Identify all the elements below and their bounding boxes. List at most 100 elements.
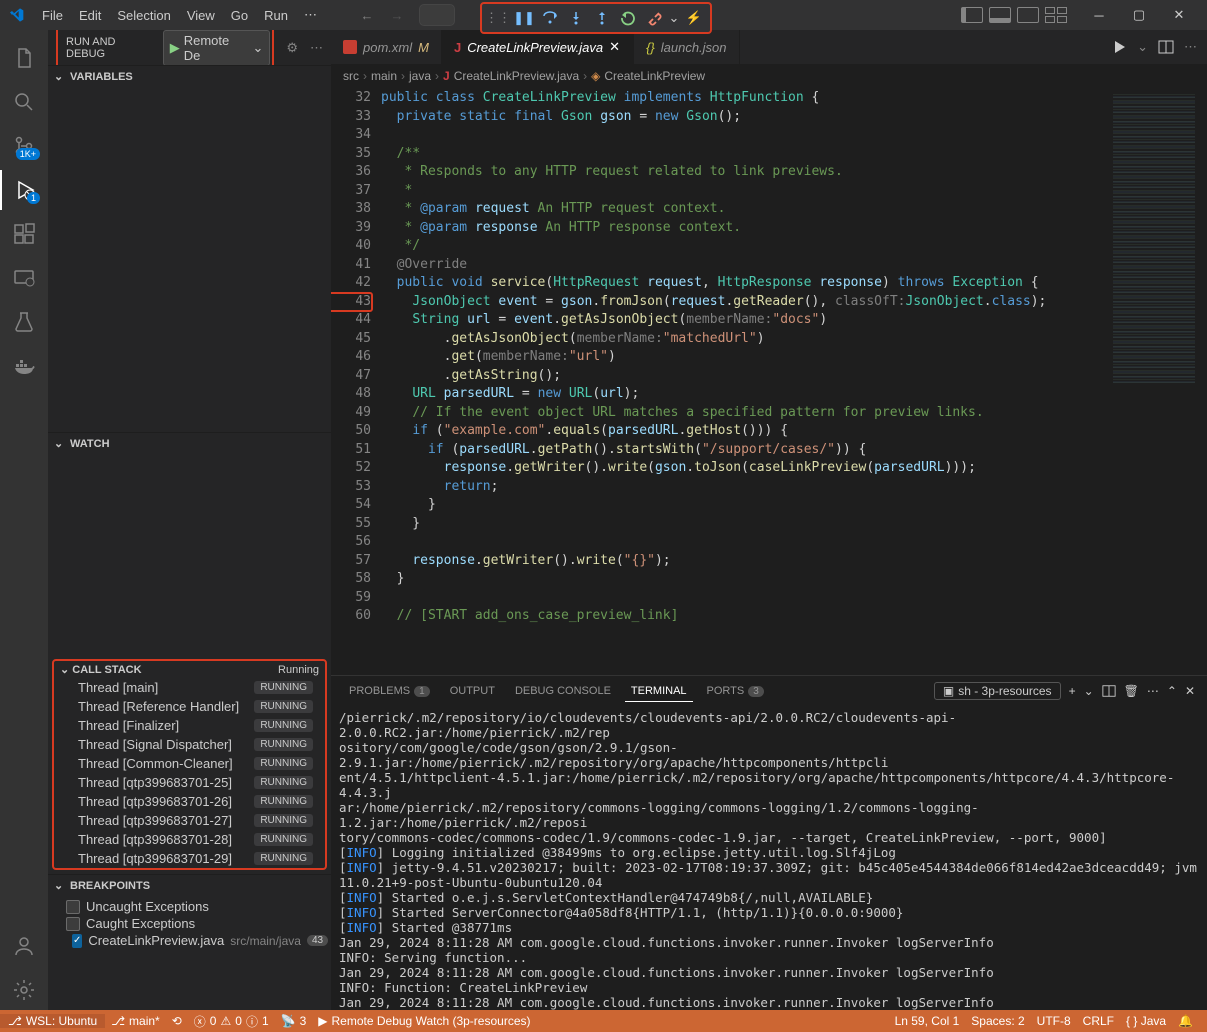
gear-icon[interactable]: ⚙ bbox=[286, 40, 298, 56]
pause-icon[interactable]: ❚❚ bbox=[512, 6, 536, 30]
watch-section[interactable]: ⌄WATCH bbox=[48, 432, 331, 454]
explorer-icon[interactable] bbox=[0, 38, 48, 78]
extensions-icon[interactable] bbox=[0, 214, 48, 254]
terminal-shell[interactable]: ▣sh - 3p-resources bbox=[934, 682, 1061, 700]
step-out-icon[interactable] bbox=[590, 6, 614, 30]
callstack-thread[interactable]: Thread [main]RUNNING bbox=[54, 678, 325, 697]
callstack-thread[interactable]: Thread [qtp399683701-28]RUNNING bbox=[54, 830, 325, 849]
callstack-thread[interactable]: Thread [Finalizer]RUNNING bbox=[54, 716, 325, 735]
command-center[interactable] bbox=[419, 4, 455, 26]
run-config-selector[interactable]: RUN AND DEBUG ▶ Remote De ⌄ bbox=[56, 30, 274, 70]
minimap[interactable] bbox=[1107, 87, 1207, 675]
menu-view[interactable]: View bbox=[179, 8, 223, 23]
terminal-output[interactable]: /pierrick/.m2/repository/io/cloudevents/… bbox=[331, 706, 1207, 1010]
layout-customize-icon[interactable] bbox=[1045, 7, 1067, 23]
new-terminal-icon[interactable]: + bbox=[1069, 684, 1076, 698]
tab-pomxml[interactable]: pom.xmlM bbox=[331, 30, 442, 64]
checkbox-icon[interactable]: ✓ bbox=[72, 934, 82, 948]
callstack-thread[interactable]: Thread [Reference Handler]RUNNING bbox=[54, 697, 325, 716]
menu-file[interactable]: File bbox=[34, 8, 71, 23]
docker-icon[interactable] bbox=[0, 346, 48, 386]
menu-run[interactable]: Run bbox=[256, 8, 296, 23]
tab-createlinkpreview[interactable]: JCreateLinkPreview.java✕ bbox=[442, 30, 634, 64]
callstack-thread[interactable]: Thread [qtp399683701-26]RUNNING bbox=[54, 792, 325, 811]
chevron-down-icon[interactable]: ⌄ bbox=[1137, 39, 1148, 55]
chevron-down-icon[interactable]: ⌄ bbox=[668, 6, 680, 30]
sync-icon: ⟲ bbox=[172, 1014, 182, 1028]
status-errors[interactable]: ⓧ0 ⚠0 ⓘ1 bbox=[188, 1013, 275, 1030]
play-icon: ▶ bbox=[170, 40, 180, 56]
status-encoding[interactable]: UTF-8 bbox=[1031, 1014, 1077, 1028]
settings-gear-icon[interactable] bbox=[0, 970, 48, 1010]
status-notifications[interactable]: 🔔 bbox=[1172, 1014, 1199, 1028]
status-sync[interactable]: ⟲ bbox=[166, 1014, 188, 1028]
callstack-thread[interactable]: Thread [qtp399683701-29]RUNNING bbox=[54, 849, 325, 868]
run-debug-icon[interactable]: 1 bbox=[0, 170, 48, 210]
status-cursor[interactable]: Ln 59, Col 1 bbox=[889, 1014, 966, 1028]
more-icon[interactable]: ⋯ bbox=[1184, 39, 1197, 55]
status-spaces[interactable]: Spaces: 2 bbox=[965, 1014, 1030, 1028]
close-icon[interactable]: ✕ bbox=[1185, 684, 1195, 698]
bp-file[interactable]: ✓ CreateLinkPreview.java src/main/java 4… bbox=[48, 932, 331, 949]
menu-overflow[interactable]: ⋯ bbox=[296, 7, 325, 23]
nav-forward-icon[interactable]: → bbox=[385, 3, 409, 27]
layout-panel-bottom-icon[interactable] bbox=[989, 7, 1011, 23]
panel-tab-problems[interactable]: PROBLEMS1 bbox=[343, 681, 436, 701]
callstack-thread[interactable]: Thread [Common-Cleaner]RUNNING bbox=[54, 754, 325, 773]
split-editor-icon[interactable] bbox=[1158, 39, 1174, 55]
breadcrumb[interactable]: src› main› java› JCreateLinkPreview.java… bbox=[331, 65, 1207, 87]
split-terminal-icon[interactable] bbox=[1102, 684, 1116, 698]
checkbox-icon[interactable] bbox=[66, 900, 80, 914]
disconnect-icon[interactable] bbox=[642, 6, 666, 30]
window-close-icon[interactable]: ✕ bbox=[1159, 0, 1199, 30]
search-icon[interactable] bbox=[0, 82, 48, 122]
drag-handle-icon[interactable]: ⋮⋮ bbox=[486, 6, 510, 30]
callstack-thread[interactable]: Thread [Signal Dispatcher]RUNNING bbox=[54, 735, 325, 754]
layout-sidebar-right-icon[interactable] bbox=[1017, 7, 1039, 23]
chevron-up-icon[interactable]: ⌃ bbox=[1167, 684, 1177, 698]
menu-edit[interactable]: Edit bbox=[71, 8, 109, 23]
nav-back-icon[interactable]: ← bbox=[355, 3, 379, 27]
panel-tab-ports[interactable]: PORTS3 bbox=[701, 681, 770, 701]
accounts-icon[interactable] bbox=[0, 926, 48, 966]
status-lang[interactable]: { } Java bbox=[1120, 1014, 1172, 1028]
panel-tab-terminal[interactable]: TERMINAL bbox=[625, 681, 693, 702]
editor[interactable]: 3233343536373839404142434445464748495051… bbox=[331, 87, 1207, 675]
restart-icon[interactable] bbox=[616, 6, 640, 30]
info-icon: ⓘ bbox=[246, 1013, 258, 1030]
step-into-icon[interactable] bbox=[564, 6, 588, 30]
panel-tab-debugconsole[interactable]: DEBUG CONSOLE bbox=[509, 681, 617, 701]
status-debug[interactable]: ▶Remote Debug Watch (3p-resources) bbox=[312, 1014, 536, 1028]
status-branch[interactable]: ⎇main* bbox=[105, 1014, 166, 1028]
checkbox-icon[interactable] bbox=[66, 917, 80, 931]
callstack-thread[interactable]: Thread [qtp399683701-25]RUNNING bbox=[54, 773, 325, 792]
run-icon[interactable] bbox=[1111, 39, 1127, 55]
tab-launchjson[interactable]: {}launch.json bbox=[634, 30, 739, 64]
panel-tab-output[interactable]: OUTPUT bbox=[444, 681, 501, 701]
status-eol[interactable]: CRLF bbox=[1077, 1014, 1120, 1028]
debug-icon: ▶ bbox=[318, 1014, 327, 1028]
chevron-down-icon[interactable]: ⌄ bbox=[1084, 684, 1094, 698]
trash-icon[interactable]: 🗑 bbox=[1124, 684, 1139, 698]
more-icon[interactable]: ⋯ bbox=[1147, 684, 1159, 698]
window-maximize-icon[interactable]: ▢ bbox=[1119, 0, 1159, 30]
breakpoints-section[interactable]: ⌄BREAKPOINTS bbox=[48, 874, 331, 896]
menu-go[interactable]: Go bbox=[223, 8, 256, 23]
remote-explorer-icon[interactable] bbox=[0, 258, 48, 298]
hot-reload-icon[interactable]: ⚡ bbox=[682, 6, 706, 30]
menu-selection[interactable]: Selection bbox=[109, 8, 178, 23]
layout-sidebar-left-icon[interactable] bbox=[961, 7, 983, 23]
testing-icon[interactable] bbox=[0, 302, 48, 342]
variables-section[interactable]: ⌄VARIABLES bbox=[48, 65, 331, 87]
status-radio[interactable]: 📡3 bbox=[275, 1014, 313, 1028]
source-control-icon[interactable]: 1K+ bbox=[0, 126, 48, 166]
bp-caught[interactable]: Caught Exceptions bbox=[48, 915, 331, 932]
status-remote[interactable]: ⎇WSL: Ubuntu bbox=[0, 1014, 105, 1028]
close-icon[interactable]: ✕ bbox=[609, 39, 621, 55]
step-over-icon[interactable] bbox=[538, 6, 562, 30]
callstack-thread[interactable]: Thread [qtp399683701-27]RUNNING bbox=[54, 811, 325, 830]
window-minimize-icon[interactable]: ─ bbox=[1079, 0, 1119, 30]
more-icon[interactable]: ⋯ bbox=[310, 40, 323, 56]
bp-uncaught[interactable]: Uncaught Exceptions bbox=[48, 898, 331, 915]
statusbar: ⎇WSL: Ubuntu ⎇main* ⟲ ⓧ0 ⚠0 ⓘ1 📡3 ▶Remot… bbox=[0, 1010, 1207, 1032]
